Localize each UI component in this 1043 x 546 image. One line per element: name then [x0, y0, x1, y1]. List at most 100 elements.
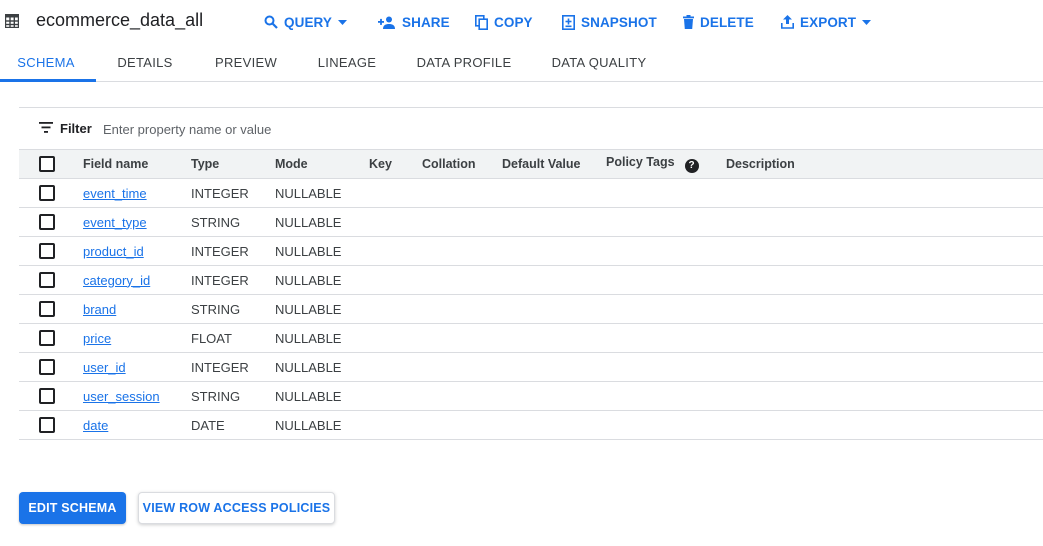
collation-cell: [422, 323, 502, 353]
default-value-cell: [502, 207, 606, 237]
description-cell: [726, 323, 1043, 353]
chevron-down-icon: [862, 19, 872, 25]
table-row: user_session STRING NULLABLE: [19, 381, 1043, 411]
field-name-cell: date: [83, 410, 191, 440]
default-value-cell: [502, 352, 606, 382]
snapshot-icon: [562, 14, 575, 30]
policy-tags-cell: [606, 352, 726, 382]
mode-cell: NULLABLE: [275, 323, 369, 353]
query-button[interactable]: QUERY: [264, 12, 348, 32]
snapshot-button[interactable]: SNAPSHOT: [562, 12, 657, 32]
field-name-link[interactable]: price: [83, 331, 111, 346]
field-name-link[interactable]: date: [83, 418, 108, 433]
snapshot-label: SNAPSHOT: [581, 14, 657, 30]
tab-lineage[interactable]: LINEAGE: [305, 44, 389, 82]
field-name-link[interactable]: event_type: [83, 215, 147, 230]
tab-data-quality[interactable]: DATA QUALITY: [541, 44, 657, 82]
column-header-type[interactable]: Type: [191, 149, 275, 179]
delete-label: DELETE: [700, 14, 754, 30]
key-cell: [369, 207, 422, 237]
type-cell: INTEGER: [191, 236, 275, 266]
key-cell: [369, 265, 422, 295]
key-cell: [369, 352, 422, 382]
collation-cell: [422, 294, 502, 324]
default-value-cell: [502, 410, 606, 440]
field-name-cell: brand: [83, 294, 191, 324]
export-label: EXPORT: [800, 14, 857, 30]
trash-icon: [683, 15, 694, 29]
policy-tags-cell: [606, 265, 726, 295]
field-name-cell: product_id: [83, 236, 191, 266]
default-value-cell: [502, 265, 606, 295]
mode-cell: NULLABLE: [275, 294, 369, 324]
row-checkbox[interactable]: [39, 388, 55, 405]
description-cell: [726, 294, 1043, 324]
type-cell: STRING: [191, 207, 275, 237]
field-name-link[interactable]: brand: [83, 302, 116, 317]
select-all-cell: [19, 149, 83, 179]
column-header-mode[interactable]: Mode: [275, 149, 369, 179]
view-row-access-policies-button[interactable]: VIEW ROW ACCESS POLICIES: [138, 492, 335, 524]
row-checkbox[interactable]: [39, 185, 55, 202]
table-row: event_type STRING NULLABLE: [19, 207, 1043, 237]
delete-button[interactable]: DELETE: [683, 12, 754, 32]
field-name-link[interactable]: user_id: [83, 360, 126, 375]
row-checkbox[interactable]: [39, 214, 55, 231]
chevron-down-icon: [338, 19, 348, 25]
row-checkbox-cell: [19, 178, 83, 208]
policy-tags-cell: [606, 178, 726, 208]
share-label: SHARE: [402, 14, 450, 30]
field-name-link[interactable]: event_time: [83, 186, 147, 201]
row-checkbox[interactable]: [39, 359, 55, 376]
search-icon: [264, 15, 278, 29]
edit-schema-button[interactable]: EDIT SCHEMA: [19, 492, 126, 524]
collation-cell: [422, 207, 502, 237]
select-all-checkbox[interactable]: [39, 156, 55, 172]
table-icon: [5, 14, 19, 28]
key-cell: [369, 178, 422, 208]
field-name-link[interactable]: category_id: [83, 273, 150, 288]
column-header-default-value[interactable]: Default Value: [502, 149, 606, 179]
schema-table: Field name Type Mode Key Collation Defau…: [19, 149, 1043, 440]
row-checkbox-cell: [19, 352, 83, 382]
collation-cell: [422, 410, 502, 440]
field-name-link[interactable]: product_id: [83, 244, 144, 259]
filter-input[interactable]: [103, 119, 403, 139]
field-name-link[interactable]: user_session: [83, 389, 160, 404]
tab-data-profile[interactable]: DATA PROFILE: [407, 44, 521, 82]
share-button[interactable]: SHARE: [378, 12, 450, 32]
row-checkbox[interactable]: [39, 243, 55, 260]
type-cell: DATE: [191, 410, 275, 440]
row-checkbox[interactable]: [39, 301, 55, 318]
tab-preview[interactable]: PREVIEW: [203, 44, 289, 82]
key-cell: [369, 410, 422, 440]
table-row: date DATE NULLABLE: [19, 410, 1043, 440]
column-header-field-name[interactable]: Field name: [83, 149, 191, 179]
row-checkbox[interactable]: [39, 330, 55, 347]
page-title: ecommerce_data_all: [36, 10, 204, 30]
help-icon[interactable]: ?: [684, 159, 699, 173]
column-header-description[interactable]: Description: [726, 149, 1043, 179]
tab-schema[interactable]: SCHEMA: [0, 44, 92, 82]
description-cell: [726, 352, 1043, 382]
description-cell: [726, 178, 1043, 208]
mode-cell: NULLABLE: [275, 410, 369, 440]
column-header-collation[interactable]: Collation: [422, 149, 502, 179]
row-checkbox[interactable]: [39, 272, 55, 289]
copy-button[interactable]: COPY: [475, 12, 533, 32]
policy-tags-label[interactable]: Policy Tags: [606, 155, 675, 169]
mode-cell: NULLABLE: [275, 352, 369, 382]
export-button[interactable]: EXPORT: [781, 12, 872, 32]
filter-icon: [39, 122, 53, 133]
filter-bar: Filter: [19, 107, 1043, 149]
mode-cell: NULLABLE: [275, 178, 369, 208]
collation-cell: [422, 265, 502, 295]
active-tab-indicator: [0, 79, 96, 82]
description-cell: [726, 381, 1043, 411]
table-row: user_id INTEGER NULLABLE: [19, 352, 1043, 382]
row-checkbox[interactable]: [39, 417, 55, 434]
add-person-icon: [378, 16, 395, 29]
column-header-key[interactable]: Key: [369, 149, 422, 179]
default-value-cell: [502, 323, 606, 353]
tab-details[interactable]: DETAILS: [104, 44, 186, 82]
